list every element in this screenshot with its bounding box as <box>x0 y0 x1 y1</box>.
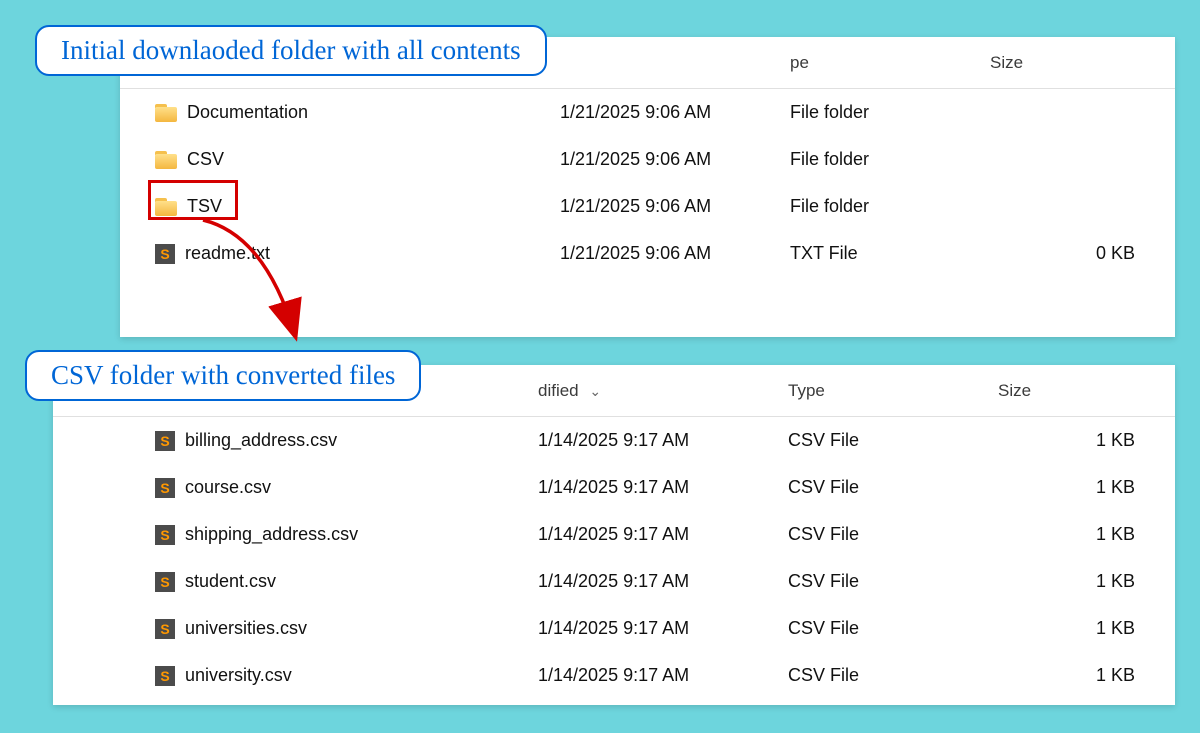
file-size: 1 KB <box>998 524 1175 545</box>
text-file-icon: S <box>155 525 175 545</box>
file-type: CSV File <box>788 430 998 451</box>
file-date: 1/21/2025 9:06 AM <box>560 149 790 170</box>
file-name-cell: Suniversity.csv <box>53 665 538 686</box>
file-name-cell: Sbilling_address.csv <box>53 430 538 451</box>
file-date: 1/21/2025 9:06 AM <box>560 102 790 123</box>
file-size: 0 KB <box>990 243 1175 264</box>
file-type: TXT File <box>790 243 990 264</box>
file-size: 1 KB <box>998 665 1175 686</box>
file-date: 1/21/2025 9:06 AM <box>560 196 790 217</box>
file-name: shipping_address.csv <box>185 524 358 545</box>
file-type: File folder <box>790 102 990 123</box>
text-file-icon: S <box>155 572 175 592</box>
file-date: 1/21/2025 9:06 AM <box>560 243 790 264</box>
file-name: billing_address.csv <box>185 430 337 451</box>
file-type: File folder <box>790 196 990 217</box>
file-date: 1/14/2025 9:17 AM <box>538 618 788 639</box>
file-name: Documentation <box>187 102 308 123</box>
text-file-icon: S <box>155 478 175 498</box>
file-row[interactable]: Sreadme.txt1/21/2025 9:06 AMTXT File0 KB <box>120 230 1175 277</box>
callout-csv-folder: CSV folder with converted files <box>25 350 421 401</box>
file-date: 1/14/2025 9:17 AM <box>538 571 788 592</box>
file-explorer-top: pe Size Documentation1/21/2025 9:06 AMFi… <box>120 37 1175 337</box>
text-file-icon: S <box>155 666 175 686</box>
text-file-icon: S <box>155 244 175 264</box>
file-row[interactable]: Sstudent.csv1/14/2025 9:17 AMCSV File1 K… <box>53 558 1175 605</box>
folder-icon <box>155 151 177 169</box>
file-row[interactable]: Sshipping_address.csv1/14/2025 9:17 AMCS… <box>53 511 1175 558</box>
file-type: CSV File <box>788 477 998 498</box>
file-name-cell: Documentation <box>120 102 560 123</box>
file-name: university.csv <box>185 665 292 686</box>
file-row[interactable]: Suniversities.csv1/14/2025 9:17 AMCSV Fi… <box>53 605 1175 652</box>
file-type: CSV File <box>788 571 998 592</box>
file-size: 1 KB <box>998 477 1175 498</box>
file-name: readme.txt <box>185 243 270 264</box>
file-explorer-bottom: dified ⌄ Type Size Sbilling_address.csv1… <box>53 365 1175 705</box>
file-date: 1/14/2025 9:17 AM <box>538 430 788 451</box>
file-name: course.csv <box>185 477 271 498</box>
file-name-cell: Sreadme.txt <box>120 243 560 264</box>
folder-icon <box>155 198 177 216</box>
header-date[interactable]: dified ⌄ <box>538 381 788 401</box>
file-date: 1/14/2025 9:17 AM <box>538 665 788 686</box>
file-size: 1 KB <box>998 618 1175 639</box>
file-name-cell: Suniversities.csv <box>53 618 538 639</box>
text-file-icon: S <box>155 619 175 639</box>
file-size: 1 KB <box>998 571 1175 592</box>
file-name-cell: Scourse.csv <box>53 477 538 498</box>
header-size[interactable]: Size <box>990 53 1175 73</box>
callout-label: Initial downlaoded folder with all conte… <box>61 35 521 65</box>
callout-initial-folder: Initial downlaoded folder with all conte… <box>35 25 547 76</box>
file-name-cell: TSV <box>120 196 560 217</box>
file-row[interactable]: Documentation 1/21/2025 9:06 AMFile folde… <box>120 89 1175 136</box>
file-row[interactable]: TSV 1/21/2025 9:06 AMFile folder <box>120 183 1175 230</box>
sort-chevron-icon: ⌄ <box>589 383 601 399</box>
file-date: 1/14/2025 9:17 AM <box>538 524 788 545</box>
file-name-cell: CSV <box>120 149 560 170</box>
file-type: CSV File <box>788 524 998 545</box>
file-type: CSV File <box>788 618 998 639</box>
file-name-cell: Sshipping_address.csv <box>53 524 538 545</box>
file-name: universities.csv <box>185 618 307 639</box>
file-row[interactable]: Sbilling_address.csv1/14/2025 9:17 AMCSV… <box>53 417 1175 464</box>
file-name: student.csv <box>185 571 276 592</box>
callout-label: CSV folder with converted files <box>51 360 395 390</box>
file-name: CSV <box>187 149 224 170</box>
file-name-cell: Sstudent.csv <box>53 571 538 592</box>
file-row[interactable]: Scourse.csv1/14/2025 9:17 AMCSV File1 KB <box>53 464 1175 511</box>
file-type: File folder <box>790 149 990 170</box>
file-date: 1/14/2025 9:17 AM <box>538 477 788 498</box>
file-row[interactable]: CSV 1/21/2025 9:06 AMFile folder <box>120 136 1175 183</box>
file-name: TSV <box>187 196 222 217</box>
text-file-icon: S <box>155 431 175 451</box>
folder-icon <box>155 104 177 122</box>
header-type[interactable]: pe <box>790 53 990 73</box>
header-size[interactable]: Size <box>998 381 1175 401</box>
header-type[interactable]: Type <box>788 381 998 401</box>
file-type: CSV File <box>788 665 998 686</box>
file-row[interactable]: Suniversity.csv1/14/2025 9:17 AMCSV File… <box>53 652 1175 699</box>
file-size: 1 KB <box>998 430 1175 451</box>
